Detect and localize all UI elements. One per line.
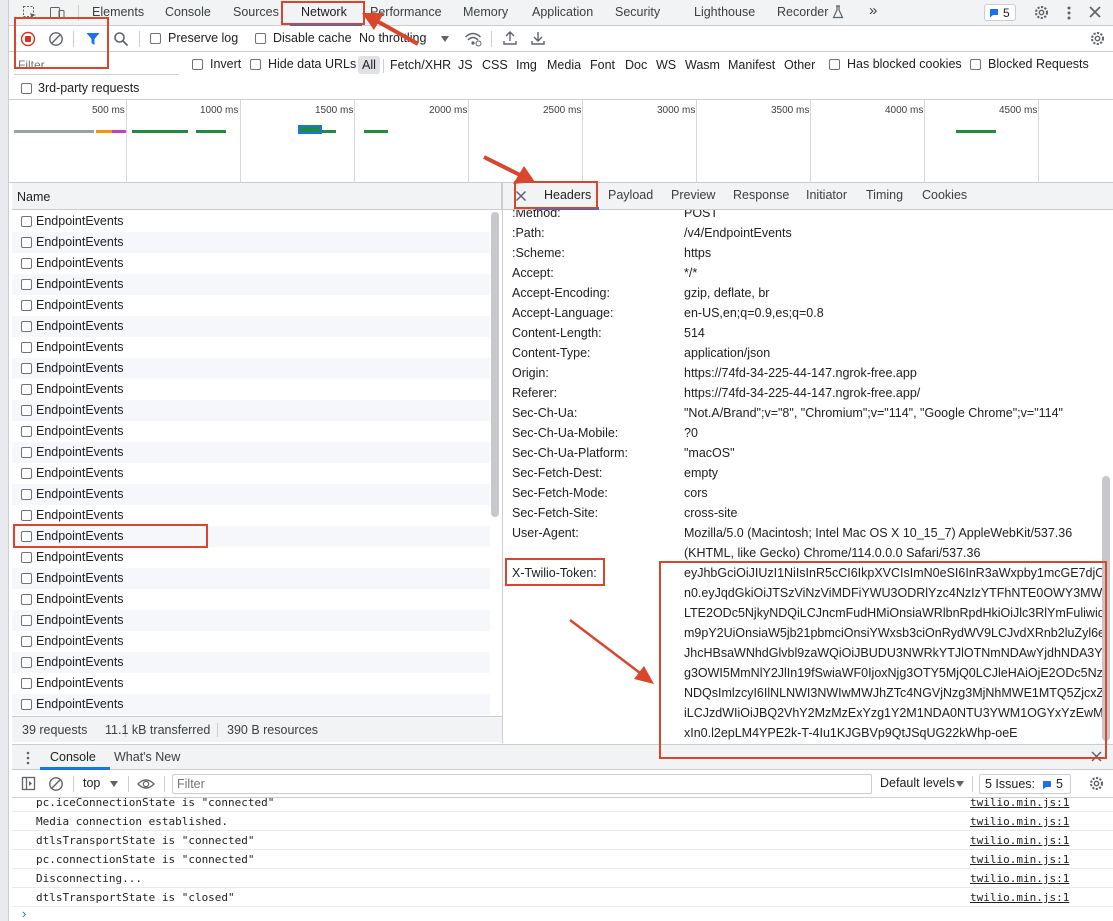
annotation-arrows bbox=[362, 13, 654, 684]
annotation-arrow bbox=[569, 619, 654, 684]
annotation-arrow bbox=[483, 155, 535, 184]
annotation-arrow bbox=[362, 13, 419, 46]
